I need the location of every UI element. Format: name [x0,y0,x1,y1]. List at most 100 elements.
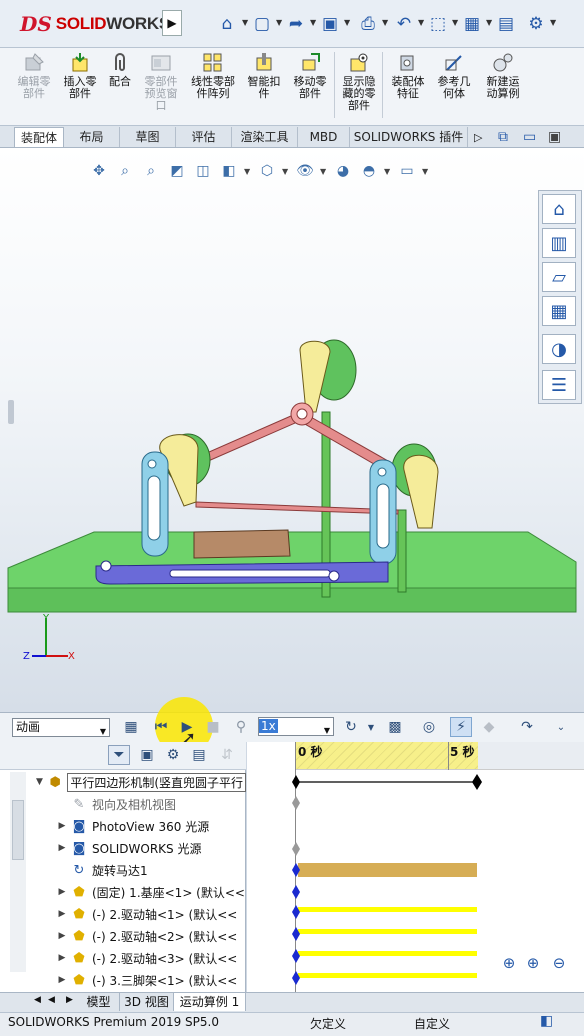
previous-view-icon[interactable]: ⌕ [140,161,162,181]
select-icon[interactable]: ⬚ [426,12,450,36]
chevron-down-icon[interactable]: ▼ [486,18,492,27]
mate-button[interactable]: 配合 [104,52,136,88]
reference-geometry-button[interactable]: 参考几 何体 [432,52,476,100]
playback-speed-select[interactable]: 1x ▼ [258,717,334,736]
tab-scroll-right-icon[interactable]: ◀ [48,995,55,1005]
assembly-features-button[interactable]: 装配体 特征 [386,52,430,100]
tile-window-icon[interactable]: ▭ [523,129,536,145]
tree-item-drive-shaft-1[interactable]: ▶ ⬟ (-) 2.驱动轴<1> (默认<< [0,903,246,925]
new-motion-study-button[interactable]: 新建运 动算例 [480,52,526,100]
filter-driving-icon[interactable]: ▣ [136,745,158,765]
undo-icon[interactable]: ↶ [392,12,416,36]
tab-layout[interactable]: 布局 [64,127,120,147]
section-view-icon[interactable]: ◩ [166,161,188,181]
expand-icon[interactable]: ▶ [56,843,68,853]
tree-item-drive-shaft-2[interactable]: ▶ ⬟ (-) 2.驱动轴<2> (默认<< [0,925,246,947]
view-orientation-icon[interactable]: ◧ [218,161,240,181]
add-key-icon[interactable]: ◆ [478,717,500,737]
new-document-icon[interactable]: ▢ [250,12,274,36]
expand-icon[interactable]: ▶ [56,821,68,831]
chevron-down-icon[interactable]: ▼ [360,717,382,737]
playback-slider-icon[interactable]: ⚲ [230,717,252,737]
design-library-icon[interactable]: ▥ [542,228,576,258]
tree-item-cameras[interactable]: ✎ 视向及相机视图 [0,793,246,815]
chevron-down-icon[interactable]: ▼ [550,18,556,27]
filter-results-icon[interactable]: ▤ [188,745,210,765]
options-icon[interactable]: ⚙ [524,12,548,36]
tab-scroll-forward-icon[interactable]: ▶ [66,995,73,1005]
stop-icon[interactable]: ■ [202,717,224,737]
tab-mbd[interactable]: MBD [298,127,350,147]
tab-3d-view[interactable]: 3D 视图 [120,993,174,1011]
chevron-down-icon[interactable]: ▼ [418,18,424,27]
solidworks-resources-icon[interactable]: ⌂ [542,194,576,224]
show-hidden-button[interactable]: 显示隐 藏的零 部件 [338,52,380,112]
expand-icon[interactable]: ▶ [56,887,68,897]
restore-window-icon[interactable]: ⧉ [498,129,508,145]
tab-motion-study-1[interactable]: 运动算例 1 [174,993,246,1011]
tab-scroll-icon[interactable]: ▷ [474,131,482,144]
study-type-select[interactable]: 动画 ▼ [12,718,110,737]
calculate-icon[interactable]: ▦ [120,717,142,737]
chevron-down-icon[interactable]: ▼ [452,18,458,27]
units-text[interactable]: 自定义 [414,1015,450,1032]
motor-icon[interactable]: ↷ [516,717,538,737]
chevron-down-icon[interactable]: ▼ [422,167,430,176]
tree-item-drive-shaft-3[interactable]: ▶ ⬟ (-) 2.驱动轴<3> (默认<< [0,947,246,969]
filter-sort-icon[interactable]: ⇵ [216,745,238,765]
playback-mode-icon[interactable]: ↻ [340,717,362,737]
chevron-down-icon[interactable]: ⌄ [550,717,572,737]
tree-item-tripod[interactable]: ▶ ⬟ (-) 3.三脚架<1> (默认<< [0,969,246,991]
chevron-down-icon[interactable]: ▼ [276,18,282,27]
zoom-to-fit-timeline-icon[interactable]: ⊕ [498,952,520,974]
chevron-down-icon[interactable]: ▼ [242,18,248,27]
rebuild-icon[interactable]: ▦ [460,12,484,36]
expand-icon[interactable]: ▶ [56,953,68,963]
chevron-down-icon[interactable]: ▼ [384,167,392,176]
play-from-start-icon[interactable]: ⏮ [150,717,172,737]
save-animation-icon[interactable]: ▩ [384,717,406,737]
open-icon[interactable]: ➦ [284,12,308,36]
animation-wizard-icon[interactable]: ◎ [418,717,440,737]
filter-animation-icon[interactable]: ⏷ [108,745,130,765]
display-style-icon[interactable]: ⬡ [256,161,278,181]
linear-pattern-button[interactable]: 线性零部 件阵列 [186,52,240,100]
expand-icon[interactable]: ▶ [56,975,68,985]
component-preview-button[interactable]: 零部件 预览窗 口 [138,52,184,112]
apply-scene-icon[interactable]: ◓ [358,161,380,181]
tab-solidworks-addins[interactable]: SOLIDWORKS 插件 [350,127,468,147]
dynamic-annotation-icon[interactable]: ◫ [192,161,214,181]
chevron-down-icon[interactable]: ▼ [282,167,290,176]
tab-sketch[interactable]: 草图 [120,127,176,147]
edit-appearance-icon[interactable]: ◕ [332,161,354,181]
filter-selected-icon[interactable]: ⚙ [162,745,184,765]
autokey-icon[interactable]: ⚡ [450,717,472,737]
mechanism-model[interactable] [0,300,584,670]
tree-item-photoview-lights[interactable]: ▶ ◙ PhotoView 360 光源 [0,815,246,837]
insert-component-button[interactable]: 插入零 部件 [58,52,102,100]
tab-scroll-left-icon[interactable]: ◀ [34,995,41,1005]
tree-item-base[interactable]: ▶ ⬟ (固定) 1.基座<1> (默认<< [0,881,246,903]
pin-window-icon[interactable]: ▣ [548,129,561,145]
tab-render-tools[interactable]: 渲染工具 [232,127,298,147]
tree-item-rotary-motor[interactable]: ↻ 旋转马达1 [0,859,246,881]
zoom-in-timeline-icon[interactable]: ⊕ [522,952,544,974]
zoom-to-fit-icon[interactable]: ✥ [88,161,110,181]
menu-expand-button[interactable]: ▶ [162,10,182,36]
view-settings-icon[interactable]: ▭ [396,161,418,181]
file-explorer-icon[interactable]: ▱ [542,262,576,292]
save-icon[interactable]: ▣ [318,12,342,36]
move-component-button[interactable]: 移动零 部件 [288,52,332,100]
expand-icon[interactable]: ▶ [56,931,68,941]
smart-fastener-button[interactable]: 智能扣 件 [244,52,284,100]
tab-assembly[interactable]: 装配体 [14,127,64,147]
collapse-icon[interactable]: ▼ [34,777,45,787]
chevron-down-icon[interactable]: ▼ [320,167,328,176]
tree-item-solidworks-lights[interactable]: ▶ ◙ SOLIDWORKS 光源 [0,837,246,859]
rebuild-status-icon[interactable]: ◧ [540,1013,553,1029]
chevron-down-icon[interactable]: ▼ [344,18,350,27]
chevron-down-icon[interactable]: ▼ [244,167,252,176]
print-icon[interactable]: ⎙ [356,12,380,36]
home-icon[interactable]: ⌂ [215,12,239,36]
chevron-down-icon[interactable]: ▼ [382,18,388,27]
